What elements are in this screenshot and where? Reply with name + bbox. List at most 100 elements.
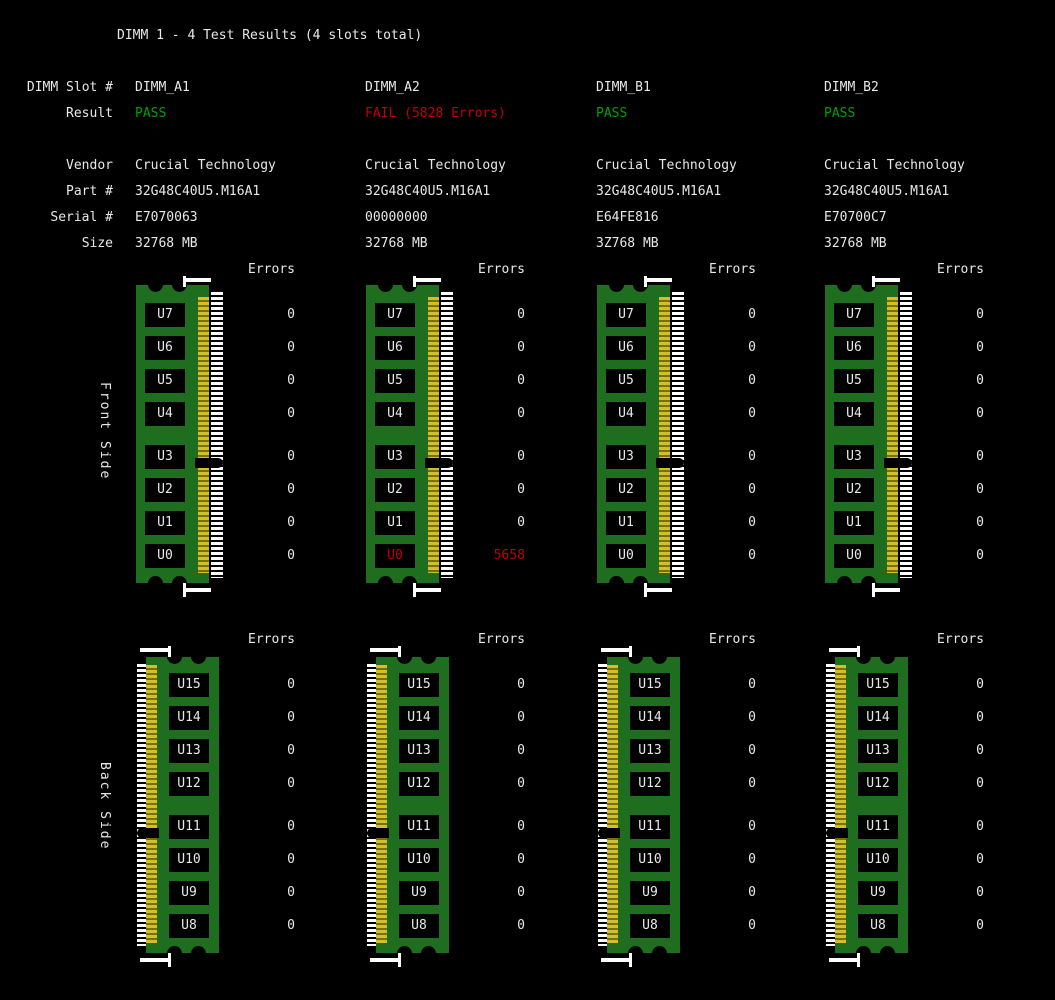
chip-error-count: 0	[824, 308, 984, 322]
chip-error-count: 0	[365, 777, 525, 791]
socket-bar-top	[183, 278, 211, 282]
chip-error-count: 0	[824, 711, 984, 725]
chip-error-count: 0	[365, 374, 525, 388]
mount-notch	[837, 277, 852, 292]
socket-bar-bottom	[601, 958, 632, 962]
dimm-vendor: Crucial Technology	[135, 159, 276, 173]
chip-error-count: 0	[824, 853, 984, 867]
chip-error-count: 0	[824, 744, 984, 758]
chip-error-count: 0	[135, 711, 295, 725]
chip-error-count: 0	[135, 886, 295, 900]
chip-error-count: 0	[824, 919, 984, 933]
dimm-part-number: 32G48C40U5.M16A1	[824, 185, 949, 199]
gold-edge-pins	[428, 297, 439, 573]
dimm-result: PASS	[824, 107, 855, 121]
mount-notch	[148, 576, 163, 591]
dimm-vendor: Crucial Technology	[365, 159, 506, 173]
errors-header-back: Errors	[365, 633, 525, 647]
socket-contacts	[826, 664, 835, 946]
gold-edge-pins	[659, 297, 670, 573]
label-part: Part #	[0, 185, 113, 199]
front-side-label: Front Side	[97, 382, 111, 480]
dimm-size: 32768 MB	[135, 237, 198, 251]
errors-header-front: Errors	[596, 263, 756, 277]
chip-error-count: 0	[135, 407, 295, 421]
chip-error-count: 0	[596, 374, 756, 388]
mount-notch	[421, 649, 436, 664]
errors-header-front: Errors	[135, 263, 295, 277]
chip-error-count: 0	[135, 777, 295, 791]
gold-edge-pins	[835, 665, 846, 943]
chip-error-count: 0	[135, 341, 295, 355]
dimm-result: PASS	[596, 107, 627, 121]
dimm-column-dimm_a2: DIMM_A2 FAIL (5828 Errors) Crucial Techn…	[365, 0, 535, 1000]
errors-header-front: Errors	[365, 263, 525, 277]
mount-notch	[837, 576, 852, 591]
mount-notch	[378, 576, 393, 591]
chip-error-count: 0	[596, 820, 756, 834]
socket-contacts	[211, 292, 223, 578]
errors-header-back: Errors	[135, 633, 295, 647]
chip-error-count: 0	[824, 516, 984, 530]
chip-error-count: 0	[135, 308, 295, 322]
chip-error-count: 0	[365, 483, 525, 497]
mount-notch	[191, 946, 206, 961]
chip-error-count: 0	[365, 308, 525, 322]
label-serial: Serial #	[0, 211, 113, 225]
chip-error-count: 0	[365, 516, 525, 530]
socket-bar-bottom	[183, 588, 211, 592]
chip-error-count: 0	[365, 820, 525, 834]
chip-error-count: 0	[596, 919, 756, 933]
socket-bar-bottom	[413, 588, 441, 592]
dimm-serial-number: E7070063	[135, 211, 198, 225]
socket-bar-top	[413, 278, 441, 282]
chip-error-count: 0	[135, 744, 295, 758]
dimm-column-dimm_b2: DIMM_B2 PASS Crucial Technology 32G48C40…	[824, 0, 994, 1000]
chip-error-count: 0	[365, 853, 525, 867]
socket-contacts	[598, 664, 607, 946]
chip-error-count: 0	[135, 516, 295, 530]
socket-contacts	[900, 292, 912, 578]
chip-error-count: 0	[596, 777, 756, 791]
dimm-size: 3Z768 MB	[596, 237, 659, 251]
chip-error-count: 0	[824, 886, 984, 900]
chip-error-count: 0	[135, 678, 295, 692]
chip-error-count: 0	[596, 886, 756, 900]
gold-edge-pins	[607, 665, 618, 943]
label-dimm-slot: DIMM Slot #	[0, 81, 113, 95]
socket-bar-bottom	[644, 588, 672, 592]
dimm-serial-number: E70700C7	[824, 211, 887, 225]
label-result: Result	[0, 107, 113, 121]
dimm-part-number: 32G48C40U5.M16A1	[596, 185, 721, 199]
mount-notch	[191, 649, 206, 664]
errors-header-front: Errors	[824, 263, 984, 277]
errors-header-back: Errors	[596, 633, 756, 647]
dimm-part-number: 32G48C40U5.M16A1	[365, 185, 490, 199]
chip-error-count: 0	[596, 853, 756, 867]
mount-notch	[421, 946, 436, 961]
gold-edge-pins	[376, 665, 387, 943]
mount-notch	[609, 277, 624, 292]
chip-error-count: 0	[596, 516, 756, 530]
mount-notch	[378, 277, 393, 292]
dimm-size: 32768 MB	[824, 237, 887, 251]
chip-error-count: 0	[596, 308, 756, 322]
chip-error-count: 0	[135, 450, 295, 464]
chip-error-count: 0	[596, 450, 756, 464]
socket-contacts	[441, 292, 453, 578]
dimm-column-dimm_b1: DIMM_B1 PASS Crucial Technology 32G48C40…	[596, 0, 766, 1000]
chip-error-count: 0	[824, 678, 984, 692]
socket-bar-bottom	[872, 588, 900, 592]
dimm-slot-name: DIMM_B2	[824, 81, 879, 95]
dimm-result: FAIL (5828 Errors)	[365, 107, 506, 121]
chip-error-count: 5658	[365, 549, 525, 563]
chip-error-count: 0	[824, 374, 984, 388]
chip-error-count: 0	[365, 711, 525, 725]
dimm-slot-name: DIMM_A1	[135, 81, 190, 95]
chip-error-count: 0	[824, 549, 984, 563]
dimm-column-dimm_a1: DIMM_A1 PASS Crucial Technology 32G48C40…	[135, 0, 305, 1000]
dimm-vendor: Crucial Technology	[824, 159, 965, 173]
socket-contacts	[137, 664, 146, 946]
dimm-part-number: 32G48C40U5.M16A1	[135, 185, 260, 199]
dimm-test-results-screen: DIMM 1 - 4 Test Results (4 slots total) …	[0, 0, 1055, 1000]
